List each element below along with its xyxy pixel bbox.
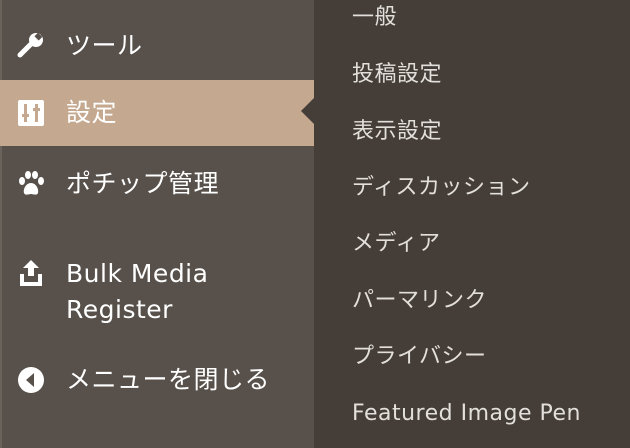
submenu-item-media[interactable]: メディア (352, 229, 440, 259)
submenu-item-reading[interactable]: 表示設定 (352, 117, 442, 147)
menu-item-label-line1: Bulk Media (66, 259, 209, 288)
wrench-icon (14, 29, 48, 63)
menu-item-label: メニューを閉じる (66, 365, 271, 394)
menu-item-bulk-media-register[interactable]: Bulk Media Register (0, 254, 314, 328)
submenu-item-privacy[interactable]: プライバシー (352, 342, 487, 372)
menu-item-label: ツール (66, 31, 143, 60)
sliders-icon (14, 96, 48, 130)
menu-item-label: ポチップ管理 (66, 169, 220, 198)
submenu-item-general[interactable]: 一般 (352, 3, 397, 33)
submenu-item-permalinks[interactable]: パーマリンク (352, 286, 487, 316)
menu-item-label-line2: Register (66, 295, 173, 324)
collapse-arrow-icon (14, 363, 48, 397)
submenu-item-discussion[interactable]: ディスカッション (352, 173, 530, 203)
menu-item-label: Bulk Media Register (66, 256, 208, 328)
collapse-menu-button[interactable]: メニューを閉じる (0, 360, 314, 400)
upload-icon (14, 256, 48, 290)
menu-item-pochipp[interactable]: ポチップ管理 (0, 164, 314, 204)
submenu-item-writing[interactable]: 投稿設定 (352, 60, 442, 90)
paw-icon (14, 167, 48, 201)
active-indicator-arrow (301, 98, 314, 124)
admin-sidebar: ツール 設定 ポチップ管理 Bulk Media Register メニューを閉… (0, 0, 314, 448)
menu-item-tools[interactable]: ツール (0, 26, 314, 66)
menu-item-settings[interactable]: 設定 (0, 80, 314, 146)
submenu-item-featured-image-pen[interactable]: Featured Image Pen (352, 399, 581, 429)
menu-item-label: 設定 (66, 98, 118, 127)
settings-submenu: 一般 投稿設定 表示設定 ディスカッション メディア パーマリンク プライバシー… (314, 0, 630, 448)
